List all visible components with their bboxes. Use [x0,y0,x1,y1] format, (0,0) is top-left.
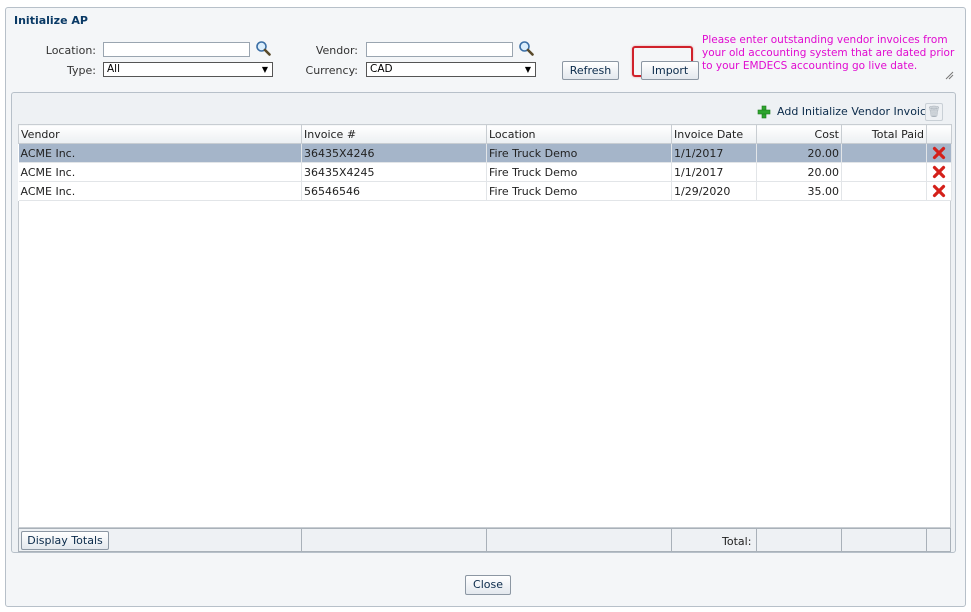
invoice-link[interactable]: 36435X4246 [301,143,487,163]
totals-footer [18,528,951,552]
vendor-input[interactable] [366,42,513,57]
type-label: Type: [67,64,96,77]
currency-label: Currency: [305,64,358,77]
paid-cell [841,181,927,201]
red-x-icon[interactable] [932,165,946,179]
table-row[interactable]: ACME Inc. 36435X4246 Fire Truck Demo 1/1… [18,143,952,163]
vendor-search-icon[interactable] [518,40,534,56]
vendor-cell: ACME Inc. [18,181,302,201]
type-select[interactable]: All ▼ [103,62,273,77]
location-cell: Fire Truck Demo [486,143,672,163]
currency-value: CAD [370,63,393,75]
footer-cell-invoice [302,529,487,551]
vendor-cell: ACME Inc. [18,162,302,182]
chevron-down-icon: ▼ [524,65,531,74]
vendor-label: Vendor: [315,44,358,57]
paid-cell [841,162,927,182]
table-row[interactable]: ACME Inc. 36435X4245 Fire Truck Demo 1/1… [18,162,952,182]
import-note: Please enter outstanding vendor invoices… [702,34,955,72]
delete-cell[interactable] [926,143,952,163]
column-header-invoice-date[interactable]: Invoice Date [671,124,757,144]
import-button[interactable]: Import [641,61,699,80]
type-value: All [107,63,121,75]
total-label: Total: [722,535,752,548]
location-input[interactable] [103,42,250,57]
location-search-icon[interactable] [255,40,271,56]
delete-cell[interactable] [926,181,952,201]
add-invoice-label: Add Initialize Vendor Invoice [777,105,933,118]
footer-cell-location [487,529,672,551]
chevron-down-icon: ▼ [261,65,268,74]
date-cell: 1/29/2020 [671,181,757,201]
trash-icon[interactable]: 🗑 [925,103,943,121]
close-button[interactable]: Close [465,575,511,595]
table-row[interactable]: ACME Inc. 56546546 Fire Truck Demo 1/29/… [18,181,952,201]
location-cell: Fire Truck Demo [486,181,672,201]
resize-grip-icon[interactable] [944,70,954,80]
paid-cell [841,143,927,163]
add-initialize-vendor-invoice-button[interactable]: Add Initialize Vendor Invoice [757,104,933,120]
invoices-table: Vendor Invoice # Location Invoice Date C… [18,124,952,201]
column-header-total-paid[interactable]: Total Paid [841,124,927,144]
location-label: Location: [45,44,96,57]
column-header-location[interactable]: Location [486,124,672,144]
vendor-cell: ACME Inc. [18,143,302,163]
column-header-invoice[interactable]: Invoice # [301,124,487,144]
column-header-delete [926,124,952,144]
currency-select[interactable]: CAD ▼ [366,62,536,77]
invoice-link[interactable]: 36435X4245 [301,162,487,182]
red-x-icon[interactable] [932,146,946,160]
cost-cell: 35.00 [756,181,842,201]
date-cell: 1/1/2017 [671,143,757,163]
footer-cell-cost [757,529,842,551]
cost-cell: 20.00 [756,143,842,163]
date-cell: 1/1/2017 [671,162,757,182]
delete-cell[interactable] [926,162,952,182]
refresh-button[interactable]: Refresh [562,61,619,80]
column-header-vendor[interactable]: Vendor [18,124,302,144]
display-totals-button[interactable]: Display Totals [21,531,109,550]
window-title: Initialize AP [14,14,88,27]
cost-cell: 20.00 [756,162,842,182]
location-cell: Fire Truck Demo [486,162,672,182]
footer-cell-paid [842,529,927,551]
green-plus-icon [757,105,771,119]
red-x-icon[interactable] [932,184,946,198]
column-header-cost[interactable]: Cost [756,124,842,144]
invoice-link[interactable]: 56546546 [301,181,487,201]
